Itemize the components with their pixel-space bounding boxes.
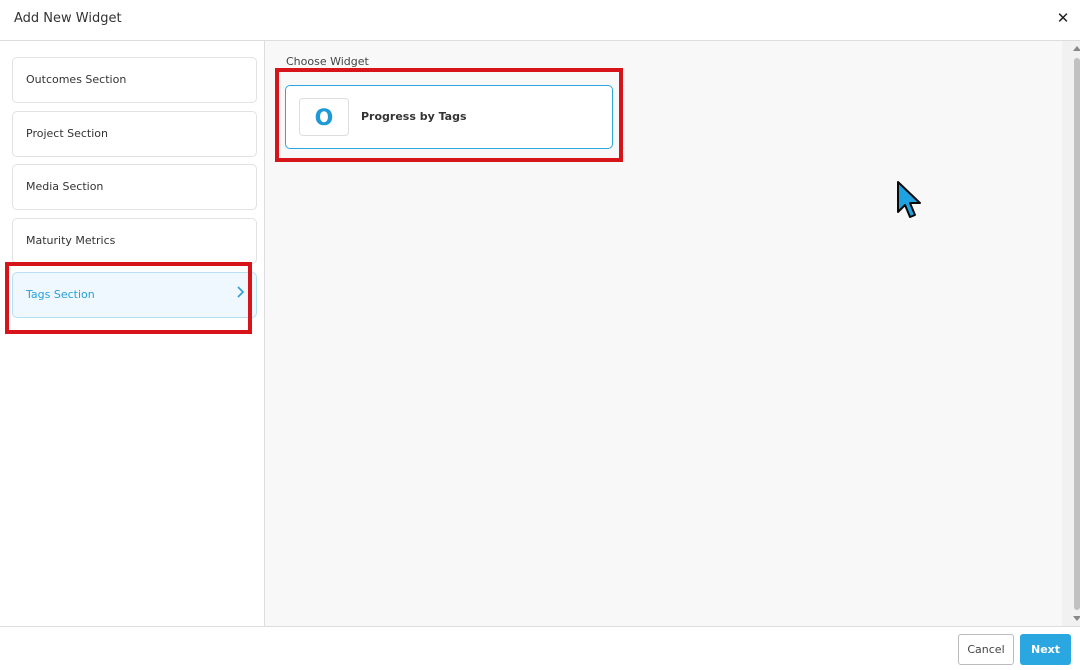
sidebar-item-label: Outcomes Section [26,73,127,86]
sidebar-item-tags-section[interactable]: Tags Section [12,272,257,318]
sidebar-item-maturity-metrics[interactable]: Maturity Metrics [12,218,257,264]
widget-panel: Choose Widget O Progress by Tags [265,41,1080,626]
modal-title: Add New Widget [14,11,122,26]
sidebar-item-project-section[interactable]: Project Section [12,111,257,157]
scrollbar-thumb[interactable] [1074,58,1080,610]
sidebar-item-label: Maturity Metrics [26,234,116,247]
sidebar-item-label: Media Section [26,180,104,193]
add-widget-modal: Add New Widget ✕ Outcomes Section Projec… [0,0,1080,670]
widget-icon-letter: O [314,106,334,131]
widget-title: Progress by Tags [361,110,467,123]
close-icon[interactable]: ✕ [1055,10,1071,26]
sidebar-item-outcomes-section[interactable]: Outcomes Section [12,57,257,103]
next-button[interactable]: Next [1020,634,1071,665]
scroll-down-arrow-icon[interactable] [1073,616,1080,621]
section-sidebar: Outcomes Section Project Section Media S… [0,41,265,626]
widget-letter-icon: O [299,98,349,136]
cancel-button[interactable]: Cancel [958,634,1014,665]
sidebar-item-media-section[interactable]: Media Section [12,164,257,210]
modal-header: Add New Widget ✕ [0,0,1080,41]
chevron-right-icon [236,286,245,302]
choose-widget-label: Choose Widget [286,55,369,68]
modal-footer: Cancel Next [0,626,1080,670]
scroll-up-arrow-icon[interactable] [1073,46,1080,51]
sidebar-item-label: Project Section [26,127,109,140]
sidebar-item-label: Tags Section [26,288,95,301]
widget-card-progress-by-tags[interactable]: O Progress by Tags [285,85,613,149]
